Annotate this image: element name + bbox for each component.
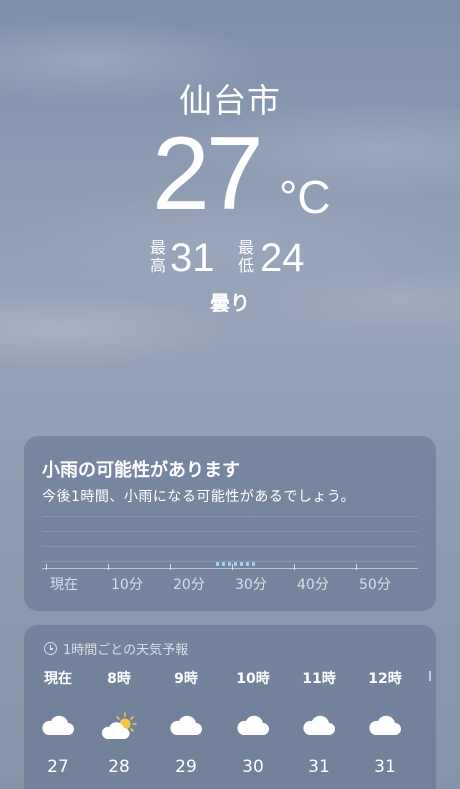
axis-label-10min: 10分 [111,577,143,593]
cloud-icon [156,711,216,755]
precipitation-title: 小雨の可能性があります [42,460,240,481]
axis-tick [232,564,233,570]
hour-item: 8時 28 [89,669,149,779]
axis-tick [356,564,357,570]
axis-label-30min: 30分 [235,577,267,593]
sun-behind-cloud-icon [89,711,149,755]
axis-tick [108,564,109,570]
rain-mark [234,562,237,566]
hourly-forecast-title: 1時間ごとの天気予報 [63,643,189,658]
cloud-icon [223,711,283,755]
rain-mark [216,562,219,566]
hour-item: 12時 31 [355,669,415,779]
hour-time: 11時 [302,671,336,687]
hour-item: 現在 27 [28,669,88,779]
precipitation-chart [42,516,418,568]
axis-tick [294,564,295,570]
weather-condition: 曇り [210,291,250,315]
rain-mark [252,562,255,566]
cloud-icon [28,711,88,755]
axis-label-50min: 50分 [359,577,391,593]
temperature-unit: °C [279,171,331,223]
cloud-icon [355,711,415,755]
precipitation-card[interactable]: 小雨の可能性があります 今後1時間、小雨になる可能性があるでしょう。 現在 10… [24,436,436,611]
city-name: 仙台市 [179,81,281,120]
axis-tick [170,564,171,570]
precipitation-axis [42,568,418,569]
high-low-temperatures: 最 高 31 最 低 24 [0,236,460,280]
scroll-indicator [429,671,431,681]
hour-time: 10時 [236,671,270,687]
hour-item: 10時 30 [223,669,283,779]
hour-time: 9時 [174,671,198,687]
hour-time: 現在 [44,671,72,687]
precipitation-axis-labels: 現在 10分 20分 30分 40分 50分 [24,574,436,594]
high-temperature: 31 [170,236,215,280]
hour-temperature: 28 [108,757,130,777]
axis-tick [46,564,47,570]
hour-time: 8時 [107,671,131,687]
hourly-forecast-header: 1時間ごとの天気予報 [44,639,188,658]
axis-label-now: 現在 [50,577,78,593]
hourly-forecast-card[interactable]: 1時間ごとの天気予報 現在 27 8時 28 9時 29 10時 30 11時 … [24,625,436,789]
rain-mark [228,562,231,566]
hour-item: 9時 29 [156,669,216,779]
low-label-bottom: 低 [237,256,254,275]
precipitation-description: 今後1時間、小雨になる可能性があるでしょう。 [42,489,356,505]
rain-intensity-marks [216,562,255,566]
hour-temperature: 31 [374,757,396,777]
current-temperature-value: 27 [152,116,264,232]
current-weather-header: 仙台市 27 °C 最 高 31 最 低 24 曇り [0,0,460,330]
hour-temperature: 29 [175,757,197,777]
low-label: 最 低 [237,239,255,275]
cloud-icon [289,711,349,755]
hourly-forecast-list[interactable]: 現在 27 8時 28 9時 29 10時 30 11時 31 12時 31 [24,669,436,789]
hour-time: 12時 [368,671,402,687]
hour-temperature: 30 [242,757,264,777]
high-label-top: 最 [149,238,166,257]
hour-item: 11時 31 [289,669,349,779]
low-label-top: 最 [237,238,254,257]
low-temperature: 24 [260,236,305,280]
rain-mark [240,562,243,566]
rain-mark [246,562,249,566]
clock-icon [44,642,57,655]
hour-temperature: 27 [47,757,69,777]
current-temperature: 27 °C [0,118,460,230]
axis-label-40min: 40分 [297,577,329,593]
rain-mark [222,562,225,566]
high-label-bottom: 高 [149,256,166,275]
axis-label-20min: 20分 [173,577,205,593]
high-label: 最 高 [149,239,167,275]
hour-temperature: 31 [308,757,330,777]
